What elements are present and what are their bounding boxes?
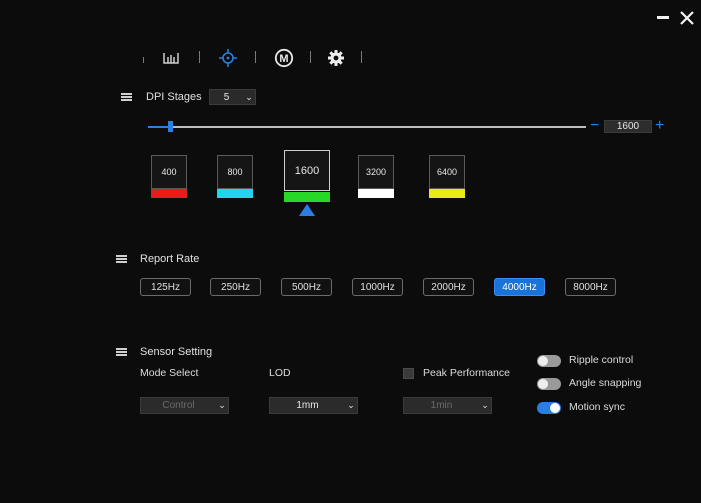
toggle-label: Ripple control	[569, 354, 634, 366]
nav-separator	[310, 51, 311, 63]
dpi-value-input[interactable]: 1600	[604, 120, 652, 133]
dpi-slider-fill	[148, 126, 170, 128]
dpi-stage-value: 1600	[284, 150, 330, 191]
toggle-knob	[538, 379, 548, 389]
dpi-slider-track[interactable]	[148, 126, 586, 128]
toggle-knob	[550, 403, 560, 413]
dpi-stage-color-bar	[217, 189, 253, 198]
report-rate-section-title: Report Rate	[140, 253, 200, 265]
nav-separator	[199, 51, 200, 63]
report-rate-section-icon	[116, 255, 127, 263]
selected-stage-indicator-icon	[299, 204, 315, 216]
close-button[interactable]	[677, 8, 697, 28]
toggle-label: Motion sync	[569, 401, 626, 413]
chevron-down-icon: ⌄	[481, 400, 489, 410]
dpi-stages-value: 5	[223, 91, 230, 103]
report-rate-2000hz[interactable]: 2000Hz	[423, 278, 474, 296]
performance-icon	[219, 49, 237, 67]
toggle-knob	[538, 356, 548, 366]
report-rate-1000hz[interactable]: 1000Hz	[352, 278, 403, 296]
dpi-decrease-button[interactable]: −	[590, 118, 602, 134]
sensor-section-icon	[116, 348, 127, 356]
report-rate-250hz[interactable]: 250Hz	[210, 278, 261, 296]
report-rate-4000hz[interactable]: 4000Hz	[494, 278, 545, 296]
settings-icon	[328, 50, 344, 66]
dpi-section-icon	[121, 93, 132, 101]
peak-performance-value: 1min	[430, 400, 453, 411]
toggle-motion-sync[interactable]	[537, 402, 561, 414]
dpi-increase-button[interactable]: +	[655, 118, 667, 134]
dpi-section-title: DPI Stages	[146, 91, 202, 103]
dpi-slider-handle[interactable]	[168, 121, 173, 132]
nav-settings[interactable]	[323, 45, 349, 71]
peak-performance-checkbox[interactable]	[403, 368, 414, 379]
dpi-stage-4[interactable]: 3200	[358, 155, 394, 198]
peak-performance-dropdown[interactable]: 1min ⌄	[403, 397, 492, 414]
report-rate-8000hz[interactable]: 8000Hz	[565, 278, 616, 296]
toggle-angle-snapping[interactable]	[537, 378, 561, 390]
dpi-stage-color-bar	[151, 189, 187, 198]
lod-dropdown[interactable]: 1mm ⌄	[269, 397, 358, 414]
minimize-button[interactable]	[654, 8, 672, 26]
nav-performance[interactable]	[215, 45, 241, 71]
dpi-stage-value: 6400	[429, 155, 465, 189]
nav-buttons[interactable]	[158, 45, 184, 71]
dpi-stage-3[interactable]: 1600	[284, 150, 330, 202]
mode-select-value: Control	[162, 400, 195, 411]
svg-text:M: M	[279, 53, 288, 65]
sensor-section-title: Sensor Setting	[140, 346, 213, 358]
buttons-icon	[163, 53, 179, 64]
lod-value: 1mm	[296, 400, 319, 411]
nav-separator	[361, 51, 362, 63]
report-rate-500hz[interactable]: 500Hz	[281, 278, 332, 296]
dpi-stage-2[interactable]: 800	[217, 155, 253, 198]
dpi-stage-1[interactable]: 400	[151, 155, 187, 198]
toggle-label: Angle snapping	[569, 377, 642, 389]
dpi-stage-value: 3200	[358, 155, 394, 189]
nav-macro[interactable]: M	[271, 45, 297, 71]
minimize-icon	[657, 16, 669, 19]
dpi-stage-color-bar	[358, 189, 394, 198]
dpi-stage-color-bar	[284, 192, 330, 202]
mode-select-dropdown[interactable]: Control ⌄	[140, 397, 229, 414]
peak-performance-label: Peak Performance	[423, 367, 510, 379]
macro-icon: M	[274, 48, 294, 68]
dpi-stages-select[interactable]: 5 ⌄	[209, 89, 256, 105]
dpi-stage-value: 800	[217, 155, 253, 189]
nav-separator	[143, 57, 144, 63]
chevron-down-icon: ⌄	[218, 400, 226, 410]
nav-separator	[255, 51, 256, 63]
close-icon	[680, 11, 694, 25]
mode-select-label: Mode Select	[140, 367, 199, 379]
chevron-down-icon: ⌄	[347, 400, 355, 410]
report-rate-125hz[interactable]: 125Hz	[140, 278, 191, 296]
dpi-stage-value: 400	[151, 155, 187, 189]
lod-label: LOD	[269, 367, 291, 379]
dpi-stage-5[interactable]: 6400	[429, 155, 465, 198]
chevron-down-icon: ⌄	[245, 91, 253, 102]
toggle-ripple-control[interactable]	[537, 355, 561, 367]
dpi-stage-color-bar	[429, 189, 465, 198]
